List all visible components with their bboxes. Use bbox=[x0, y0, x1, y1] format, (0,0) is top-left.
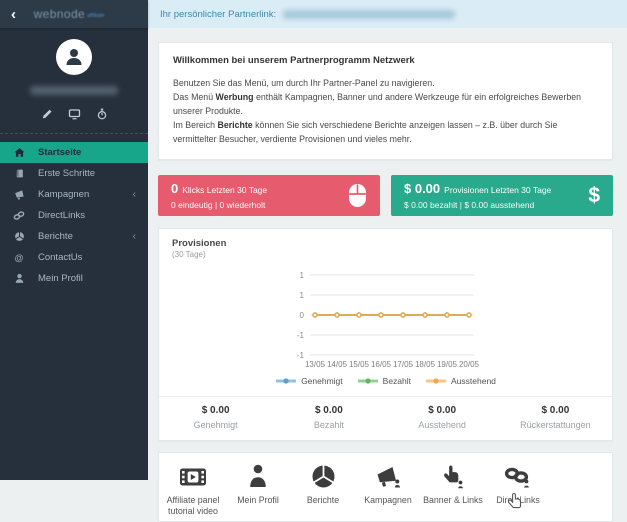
legend-item-bezahlt: Bezahlt bbox=[357, 376, 411, 386]
logo-suffix: affiliate bbox=[87, 13, 105, 19]
sidebar-item-kampagnen[interactable]: Kampagnen ‹ bbox=[0, 184, 148, 205]
stopwatch-icon[interactable] bbox=[96, 108, 108, 120]
svg-text:17/05: 17/05 bbox=[392, 360, 413, 369]
svg-text:20/05: 20/05 bbox=[458, 360, 479, 369]
shortcut-tutorial-video[interactable]: Affiliate panel tutorial video bbox=[163, 463, 223, 518]
svg-text:-1: -1 bbox=[296, 351, 304, 360]
clicks-label: Klicks Letzten 30 Tage bbox=[182, 185, 268, 195]
sidebar-item-erste-schritte[interactable]: Erste Schritte bbox=[0, 163, 148, 184]
at-sign-icon: @ bbox=[14, 252, 24, 263]
chart-legend: Genehmigt Bezahlt Ausstehend bbox=[159, 376, 612, 386]
svg-text:1: 1 bbox=[299, 271, 304, 280]
partner-link-label: Ihr persönlicher Partnerlink: bbox=[160, 8, 277, 20]
partner-link-bar: Ihr persönlicher Partnerlink: bbox=[148, 0, 627, 28]
main-area: Ihr persönlicher Partnerlink: Willkommen… bbox=[148, 0, 627, 522]
sidebar-item-label: Berichte bbox=[38, 231, 73, 242]
commissions-stat-card: $ 0.00 Provisionen Letzten 30 Tage $ 0.00… bbox=[391, 174, 613, 216]
svg-text:18/05: 18/05 bbox=[414, 360, 435, 369]
line-chart: 1 1 0 -1 -1 13/05 14/05 15/05 16/05 17/05 18/05 19/… bbox=[159, 271, 612, 386]
sidebar-item-label: ContactUs bbox=[38, 252, 83, 263]
film-video-icon bbox=[163, 463, 223, 489]
summary-bezahlt: $ 0.00 Bezahlt bbox=[313, 404, 344, 430]
pie-chart-icon bbox=[13, 231, 25, 242]
computer-mouse-icon bbox=[348, 183, 367, 208]
chart-subtitle: (30 Tage) bbox=[172, 249, 206, 259]
clicks-sub: 0 eindeutig | 0 wiederholt bbox=[171, 200, 266, 210]
shortcut-berichte[interactable]: Berichte bbox=[293, 463, 353, 506]
svg-text:15/05: 15/05 bbox=[348, 360, 369, 369]
legend-item-genehmigt: Genehmigt bbox=[275, 376, 343, 386]
sidebar-item-label: DirectLinks bbox=[38, 210, 85, 221]
commission-summary-row: $ 0.00 Genehmigt $ 0.00 Bezahlt $ 0.00 A… bbox=[159, 395, 612, 440]
sidebar-item-startseite[interactable]: Startseite bbox=[0, 142, 148, 163]
shortcut-kampagnen[interactable]: Kampagnen bbox=[358, 463, 418, 506]
welcome-line3: Im Bereich Berichte können Sie sich vers… bbox=[173, 120, 558, 145]
chevron-left-icon: ‹ bbox=[132, 231, 136, 242]
avatar bbox=[56, 39, 92, 75]
welcome-line1: Benutzen Sie das Menü, um durch Ihr Part… bbox=[173, 78, 435, 89]
person-icon bbox=[228, 463, 288, 489]
chevron-left-icon: ‹ bbox=[132, 189, 136, 200]
svg-text:19/05: 19/05 bbox=[436, 360, 457, 369]
sidebar-item-berichte[interactable]: Berichte ‹ bbox=[0, 226, 148, 247]
logo-bar: ‹ webnode affiliate bbox=[0, 0, 148, 28]
sidebar-item-label: Startseite bbox=[38, 147, 82, 158]
sidebar-item-directlinks[interactable]: DirectLinks bbox=[0, 205, 148, 226]
sidebar-item-label: Mein Profil bbox=[38, 273, 83, 284]
webnode-logo: webnode affiliate bbox=[33, 7, 105, 21]
megaphone-icon bbox=[13, 189, 25, 200]
sidebar-item-contactus[interactable]: @ ContactUs bbox=[0, 247, 148, 268]
sidebar-item-label: Erste Schritte bbox=[38, 168, 96, 179]
pie-chart-icon bbox=[293, 463, 353, 489]
welcome-panel: Willkommen bei unserem Partnerprogramm N… bbox=[158, 42, 613, 160]
svg-text:-1: -1 bbox=[296, 331, 304, 340]
legend-item-ausstehend: Ausstehend bbox=[425, 376, 496, 386]
sidebar-menu: Startseite Erste Schritte Kampagnen ‹ Di… bbox=[0, 142, 148, 289]
book-icon bbox=[13, 168, 25, 179]
svg-text:16/05: 16/05 bbox=[370, 360, 391, 369]
sidebar-item-mein-profil[interactable]: Mein Profil bbox=[0, 268, 148, 289]
home-icon bbox=[13, 147, 25, 158]
clicks-stat-card: 0 Klicks Letzten 30 Tage 0 eindeutig | 0 … bbox=[158, 174, 380, 216]
commissions-label: Provisionen Letzten 30 Tage bbox=[444, 185, 552, 195]
shortcut-mein-profil[interactable]: Mein Profil bbox=[228, 463, 288, 506]
svg-text:0: 0 bbox=[299, 311, 304, 320]
chart-title: Provisionen bbox=[172, 237, 227, 249]
commissions-sub: $ 0.00 bezahlt | $ 0.00 ausstehend bbox=[404, 200, 535, 210]
monitor-icon[interactable] bbox=[68, 108, 81, 120]
user-avatar-icon bbox=[66, 49, 82, 65]
megaphone-icon bbox=[358, 463, 418, 489]
shortcut-directlinks[interactable]: DirectLinks bbox=[488, 463, 548, 506]
sidebar-item-label: Kampagnen bbox=[38, 189, 90, 200]
clicks-value: 0 bbox=[171, 181, 179, 196]
summary-rueckerstattungen: $ 0.00 Rückerstattungen bbox=[520, 404, 591, 430]
edit-pencil-icon[interactable] bbox=[41, 108, 53, 120]
summary-genehmigt: $ 0.00 Genehmigt bbox=[193, 404, 238, 430]
welcome-title: Willkommen bei unserem Partnerprogramm N… bbox=[173, 55, 415, 66]
svg-text:1: 1 bbox=[299, 291, 304, 300]
provisions-chart-panel: Provisionen (30 Tage) 1 1 0 -1 -1 13/05 14/05 1… bbox=[158, 227, 613, 441]
user-icon bbox=[13, 273, 25, 284]
welcome-line2: Das Menü Werbung enthält Kampagnen, Bann… bbox=[173, 92, 582, 117]
sidebar: ‹ webnode affiliate Startseite Erste Sch… bbox=[0, 0, 148, 480]
svg-text:14/05: 14/05 bbox=[326, 360, 347, 369]
shortcut-banner-links[interactable]: Banner & Links bbox=[423, 463, 483, 506]
dollar-icon: $ bbox=[588, 183, 600, 207]
shortcuts-panel: Affiliate panel tutorial video Mein Prof… bbox=[158, 451, 613, 522]
summary-ausstehend: $ 0.00 Ausstehend bbox=[418, 404, 466, 430]
partner-link-blurred[interactable] bbox=[283, 9, 456, 19]
chain-links-icon bbox=[488, 463, 548, 489]
commissions-value: $ 0.00 bbox=[404, 181, 441, 196]
svg-text:13/05: 13/05 bbox=[304, 360, 325, 369]
hand-pointer-icon bbox=[423, 463, 483, 489]
profile-section bbox=[0, 28, 148, 134]
username-blurred bbox=[30, 86, 118, 95]
chain-link-icon bbox=[13, 210, 25, 221]
